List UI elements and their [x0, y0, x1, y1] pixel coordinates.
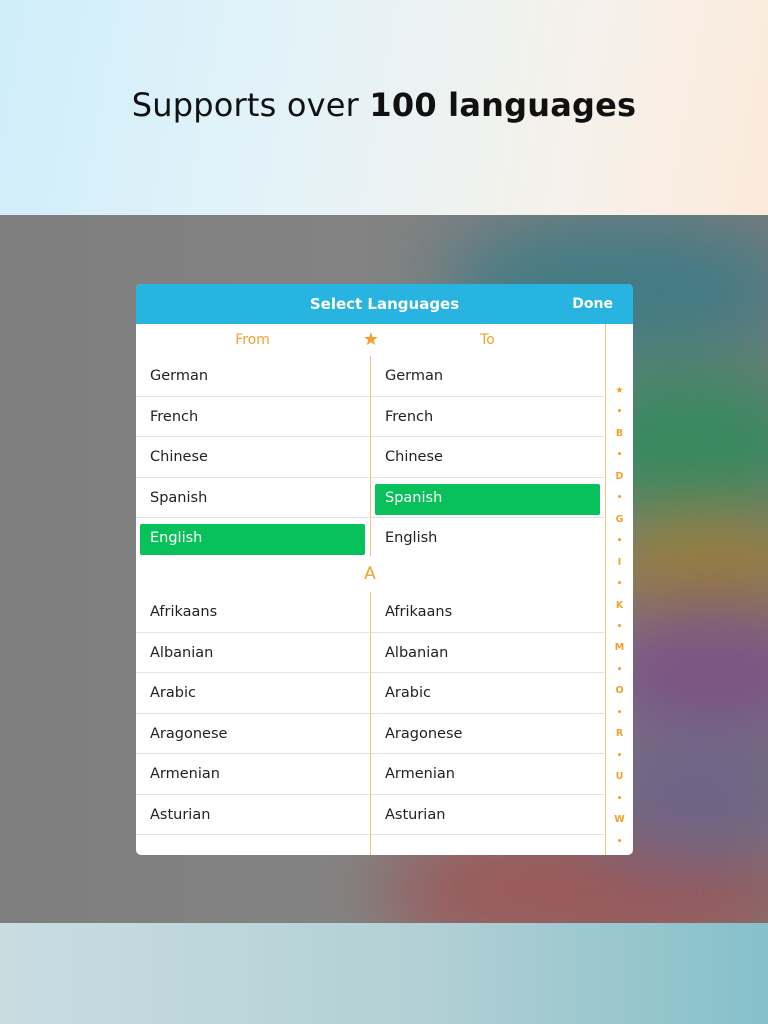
index-dot[interactable]: • — [606, 534, 633, 548]
language-item-from[interactable]: French — [136, 397, 369, 437]
language-label: Chinese — [150, 449, 208, 465]
done-button[interactable]: Done — [572, 284, 613, 324]
index-dot[interactable]: • — [606, 577, 633, 591]
modal-title: Select Languages — [309, 295, 460, 313]
to-column-header: To — [480, 332, 495, 348]
language-item-to[interactable]: Spanish — [371, 478, 604, 518]
language-label: Asturian — [150, 806, 211, 823]
index-letter[interactable]: G — [606, 513, 633, 527]
language-picker: From ★ To German French Chinese Spanish Engl… — [136, 324, 633, 855]
index-star-icon[interactable]: ★ — [606, 384, 633, 398]
index-dot[interactable]: • — [606, 448, 633, 462]
language-label: Spanish — [385, 489, 443, 506]
headline-prefix: Supports over — [131, 86, 360, 124]
languages-to-list: Afrikaans Albanian Arabic Aragonese Armenian… — [371, 592, 604, 855]
index-dot[interactable]: • — [606, 792, 633, 806]
language-item-to[interactable]: Albanian — [371, 633, 604, 673]
language-label: English — [385, 530, 438, 546]
language-label: English — [150, 530, 203, 546]
headline-bold: 100 languages — [369, 86, 637, 124]
language-label: German — [385, 368, 444, 384]
headline: Supports over 100 languages — [0, 86, 768, 124]
language-item-from[interactable]: Albanian — [136, 633, 369, 673]
language-item-to[interactable]: Arabic — [371, 673, 604, 714]
language-item-from[interactable]: Arabic — [136, 673, 369, 714]
select-languages-modal: Select Languages Done From ★ To German Fr… — [136, 284, 633, 855]
language-label: French — [385, 408, 434, 425]
language-label: Arabic — [385, 685, 431, 701]
language-item-from[interactable]: Azerbaijani — [136, 835, 369, 855]
language-label: Chinese — [385, 449, 443, 465]
index-letter[interactable]: D — [606, 470, 633, 484]
language-label: Afrikaans — [385, 604, 453, 620]
language-label: French — [150, 408, 199, 425]
language-item-to[interactable]: Afrikaans — [371, 592, 604, 633]
index-letter[interactable]: M — [606, 641, 633, 655]
language-item-to[interactable]: Asturian — [371, 795, 604, 835]
index-letter[interactable]: U — [606, 770, 633, 784]
index-letter[interactable]: B — [606, 427, 633, 441]
favorites-from-list: German French Chinese Spanish English — [136, 356, 369, 559]
language-label: Aragonese — [150, 725, 228, 742]
language-label: Armenian — [150, 766, 220, 782]
language-item-to[interactable]: English — [371, 518, 604, 559]
modal-header: Select Languages Done — [136, 284, 633, 324]
language-label: Spanish — [150, 489, 208, 506]
index-dot[interactable]: • — [606, 405, 633, 419]
index-letter[interactable]: I — [606, 556, 633, 570]
hero-banner: Supports over 100 languages — [0, 0, 768, 215]
language-label: Afrikaans — [150, 604, 218, 620]
index-dot[interactable]: • — [606, 491, 633, 505]
index-letter[interactable]: W — [606, 813, 633, 827]
index-dot[interactable]: • — [606, 835, 633, 849]
language-label: German — [150, 368, 209, 384]
language-item-from[interactable]: Aragonese — [136, 714, 369, 754]
language-item-to[interactable]: Armenian — [371, 754, 604, 795]
language-item-to[interactable]: Azerbaijani — [371, 835, 604, 855]
language-item-from[interactable]: Armenian — [136, 754, 369, 795]
language-item-to[interactable]: Aragonese — [371, 714, 604, 754]
language-item-to[interactable]: German — [371, 356, 604, 397]
language-label: Asturian — [385, 806, 446, 823]
languages-from-list: Afrikaans Albanian Arabic Aragonese Armenian… — [136, 592, 369, 855]
language-label: Albanian — [150, 644, 214, 661]
index-dot[interactable]: • — [606, 620, 633, 634]
index-letter[interactable]: R — [606, 727, 633, 741]
language-item-from[interactable]: German — [136, 356, 369, 397]
language-item-to[interactable]: French — [371, 397, 604, 437]
alphabet-index[interactable]: ★•B•D•G•I•K•M•O•R•U•W•Z — [605, 324, 633, 855]
index-dot[interactable]: • — [606, 749, 633, 763]
favorites-to-list: German French Chinese Spanish English — [371, 356, 604, 559]
language-item-to[interactable]: Chinese — [371, 437, 604, 478]
index-dot[interactable]: • — [606, 663, 633, 677]
language-item-from[interactable]: Afrikaans — [136, 592, 369, 633]
section-header-a: A — [364, 564, 376, 584]
index-dot[interactable]: • — [606, 706, 633, 720]
footer-band — [0, 923, 768, 1024]
language-label: Azerbaijani — [385, 842, 466, 855]
index-letter[interactable]: O — [606, 684, 633, 698]
language-label: Azerbaijani — [150, 842, 231, 855]
language-item-from[interactable]: Chinese — [136, 437, 369, 478]
language-label: Aragonese — [385, 725, 463, 742]
language-label: Arabic — [150, 685, 196, 701]
language-label: Albanian — [385, 644, 449, 661]
language-label: Armenian — [385, 766, 455, 782]
from-column-header: From — [235, 332, 270, 348]
language-item-from[interactable]: Spanish — [136, 478, 369, 518]
index-letter[interactable]: K — [606, 599, 633, 613]
language-item-from[interactable]: English — [136, 518, 369, 559]
language-item-from[interactable]: Asturian — [136, 795, 369, 835]
